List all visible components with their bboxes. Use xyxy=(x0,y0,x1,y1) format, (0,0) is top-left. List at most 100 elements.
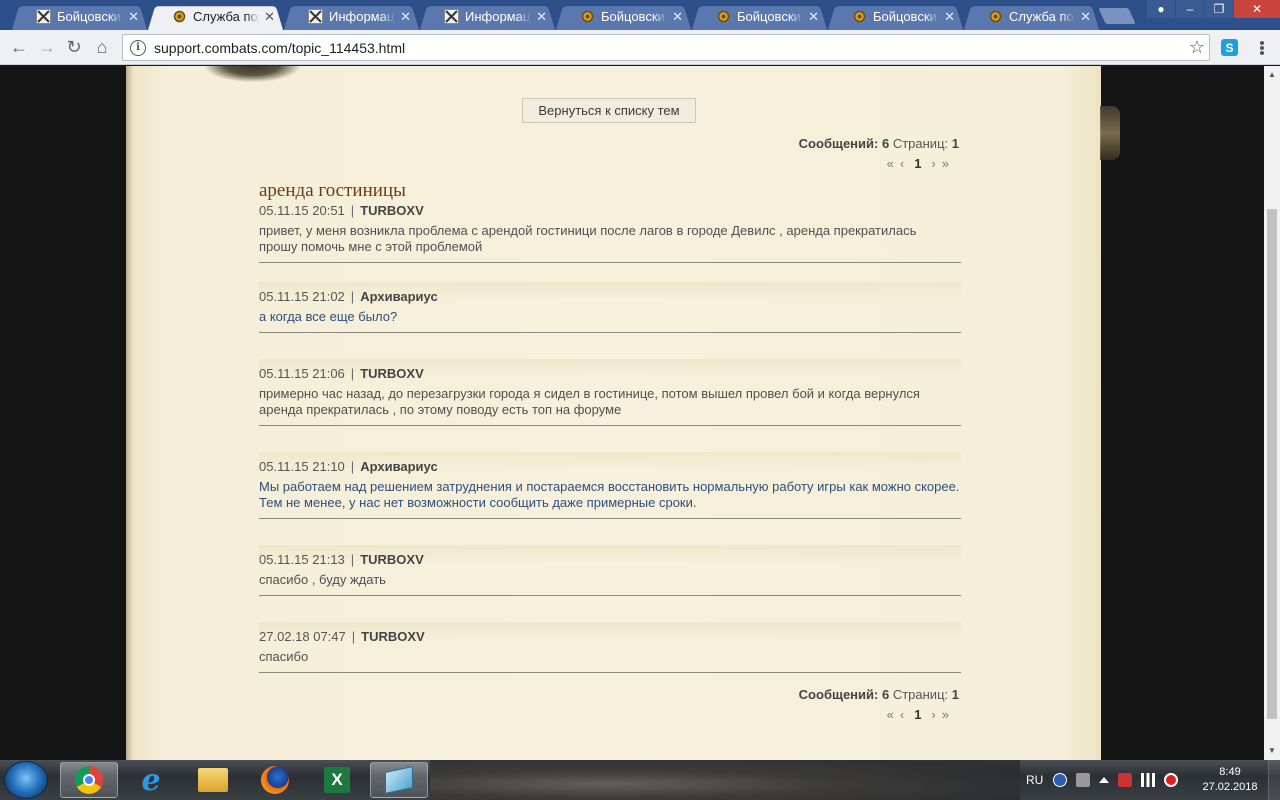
back-to-topics-button[interactable]: Вернуться к списку тем xyxy=(522,98,696,123)
taskbar-explorer[interactable] xyxy=(184,762,242,798)
side-decoration xyxy=(1100,106,1120,160)
page-scrollbar[interactable]: ▲ ▼ xyxy=(1264,66,1280,760)
pager-prev[interactable]: ‹ xyxy=(900,156,904,171)
post-separator: | xyxy=(350,289,355,304)
post-separator: | xyxy=(351,629,356,644)
pager-last[interactable]: » xyxy=(942,156,949,171)
taskbar-background xyxy=(430,760,1020,800)
pager-current[interactable]: 1 xyxy=(914,156,921,171)
close-window-button[interactable]: ✕ xyxy=(1234,0,1280,18)
browser-tab[interactable]: Информация о персонаже ✕ xyxy=(420,3,555,30)
post-date: 05.11.15 21:10 xyxy=(259,459,345,474)
tab-close-icon[interactable]: ✕ xyxy=(128,9,139,25)
scroll-up-arrow-icon[interactable]: ▲ xyxy=(1268,70,1276,79)
tab-close-icon[interactable]: ✕ xyxy=(264,9,275,25)
pager-first[interactable]: « xyxy=(887,156,894,171)
post-line: аренда прекратилась , по этому поводу ес… xyxy=(259,402,622,417)
browser-menu-icon[interactable] xyxy=(1254,39,1270,57)
tabs: Бойцовский клуб✕Служба поддержки✕Информа… xyxy=(12,3,1100,30)
tab-title: Служба поддержки xyxy=(1009,9,1075,24)
address-bar[interactable]: i support.combats.com/topic_114453.html … xyxy=(122,34,1210,61)
post-meta: 27.02.18 07:47 | TURBOXV xyxy=(259,629,961,649)
system-clock[interactable]: 8:49 27.02.2018 xyxy=(1200,765,1260,795)
maximize-button[interactable]: ❐ xyxy=(1205,0,1233,18)
new-tab-button[interactable] xyxy=(1098,8,1136,24)
tab-close-icon[interactable]: ✕ xyxy=(1080,9,1091,25)
language-indicator[interactable]: RU xyxy=(1026,773,1043,787)
post-body: спасибо xyxy=(259,649,961,672)
tab-close-icon[interactable]: ✕ xyxy=(808,9,819,25)
taskbar-app[interactable] xyxy=(370,762,428,798)
pager-next[interactable]: › xyxy=(931,156,935,171)
browser-tab[interactable]: Бойцовский клуб ✕ xyxy=(692,3,827,30)
forward-arrow-icon[interactable]: → xyxy=(36,36,58,58)
post-meta: 05.11.15 21:06 | TURBOXV xyxy=(259,366,961,386)
tab-title: Бойцовский клуб xyxy=(737,9,803,24)
home-icon[interactable]: ⌂ xyxy=(91,36,113,58)
network-monitor-icon[interactable] xyxy=(1076,773,1091,787)
browser-tab[interactable]: Служба поддержки ✕ xyxy=(148,3,283,30)
skype-extension-icon[interactable]: S xyxy=(1221,39,1238,56)
page-viewport: Вернуться к списку тем Сообщений: 6 Стра… xyxy=(0,66,1264,760)
tab-close-icon[interactable]: ✕ xyxy=(672,9,683,25)
pager-next[interactable]: › xyxy=(931,707,935,722)
start-button-icon[interactable] xyxy=(4,761,48,799)
post: 05.11.15 20:51 | TURBOXV привет, у меня воз… xyxy=(259,203,961,263)
scrollbar-thumb[interactable] xyxy=(1267,209,1277,719)
pager-current[interactable]: 1 xyxy=(914,707,921,722)
post-meta: 05.11.15 21:13 | TURBOXV xyxy=(259,552,961,572)
browser-tab[interactable]: Бойцовский клуб ✕ xyxy=(556,3,691,30)
post: 05.11.15 21:10 | Архивариус Мы работаем над… xyxy=(259,452,961,519)
signal-strength-icon[interactable] xyxy=(1141,773,1156,787)
browser-tab[interactable]: Служба поддержки ✕ xyxy=(964,3,1099,30)
tab-close-icon[interactable]: ✕ xyxy=(400,9,411,25)
post-date: 05.11.15 20:51 xyxy=(259,203,345,218)
post-date: 05.11.15 21:02 xyxy=(259,289,345,304)
back-arrow-icon[interactable]: ← xyxy=(8,36,30,58)
combats-x-icon xyxy=(308,9,323,24)
post-line: спасибо , буду ждать xyxy=(259,572,386,587)
taskbar-ie[interactable]: e xyxy=(122,762,180,798)
scroll-down-arrow-icon[interactable]: ▼ xyxy=(1268,746,1276,755)
pager-last[interactable]: » xyxy=(942,707,949,722)
post-date: 27.02.18 07:47 xyxy=(259,629,346,644)
security-shield-icon[interactable] xyxy=(1118,773,1133,787)
vodafone-icon[interactable] xyxy=(1164,773,1179,787)
post-meta: 05.11.15 20:51 | TURBOXV xyxy=(259,203,961,223)
app-window-icon xyxy=(385,766,413,794)
tab-close-icon[interactable]: ✕ xyxy=(944,9,955,25)
post-line: Тем не менее, у нас нет возможности сооб… xyxy=(259,495,697,510)
post: 05.11.15 21:13 | TURBOXV спасибо , буду жда… xyxy=(259,545,961,596)
taskbar-chrome[interactable] xyxy=(60,762,118,798)
minimize-button[interactable]: – xyxy=(1176,0,1204,18)
tab-title: Бойцовский клуб xyxy=(601,9,667,24)
messages-label: Сообщений: xyxy=(798,136,879,151)
url-text[interactable]: support.combats.com/topic_114453.html xyxy=(154,40,405,56)
pages-count: 1 xyxy=(951,136,959,151)
taskbar-excel[interactable]: X xyxy=(308,762,366,798)
post: 27.02.18 07:47 | TURBOXV спасибо xyxy=(259,622,961,673)
post-line: прошу помочь мне с этой проблемой xyxy=(259,239,483,254)
show-desktop-button[interactable] xyxy=(1268,760,1280,800)
post-meta: 05.11.15 21:10 | Архивариус xyxy=(259,459,961,479)
show-hidden-icons-icon[interactable] xyxy=(1099,777,1110,783)
browser-tab[interactable]: Бойцовский клуб ✕ xyxy=(12,3,147,30)
tab-title: Бойцовский клуб xyxy=(57,9,123,24)
reload-icon[interactable]: ↻ xyxy=(63,36,85,58)
browser-tab[interactable]: Бойцовский клуб ✕ xyxy=(828,3,963,30)
pager-prev[interactable]: ‹ xyxy=(900,707,904,722)
browser-tab[interactable]: Информация о персонаже ✕ xyxy=(284,3,419,30)
post-line: Мы работаем над решением затруднения и п… xyxy=(259,479,960,494)
tab-title: Бойцовский клуб xyxy=(873,9,939,24)
clock-time: 8:49 xyxy=(1219,766,1241,778)
pager-first[interactable]: « xyxy=(887,707,894,722)
post-author: TURBOXV xyxy=(360,203,424,218)
post-line: а когда все еще было? xyxy=(259,309,398,324)
post-author: TURBOXV xyxy=(360,552,424,567)
info-icon[interactable]: i xyxy=(130,39,146,56)
taskbar-firefox[interactable] xyxy=(246,762,304,798)
profile-icon[interactable]: ● xyxy=(1147,0,1175,18)
help-icon[interactable] xyxy=(1053,773,1068,787)
tab-close-icon[interactable]: ✕ xyxy=(536,9,547,25)
bookmark-star-icon[interactable]: ☆ xyxy=(1189,37,1205,58)
